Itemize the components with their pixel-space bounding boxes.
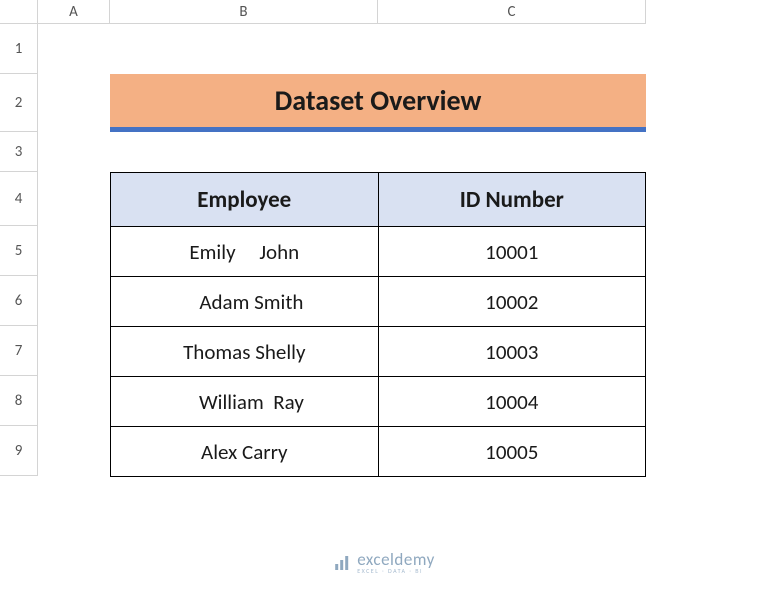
- header-employee[interactable]: Employee: [111, 173, 379, 227]
- cell-id[interactable]: 10002: [378, 277, 645, 327]
- row-header-3[interactable]: 3: [0, 132, 38, 172]
- row-header-8[interactable]: 8: [0, 376, 38, 426]
- table-row: Thomas Shelly 10003: [111, 327, 646, 377]
- cell-employee[interactable]: Thomas Shelly: [111, 327, 379, 377]
- row-header-6[interactable]: 6: [0, 276, 38, 326]
- row-header-4[interactable]: 4: [0, 172, 38, 226]
- select-all-corner[interactable]: [0, 0, 38, 24]
- watermark-sub: EXCEL · DATA · BI: [357, 568, 435, 574]
- spreadsheet-grid: A B C 1 2 3 4 5 6 7 8 9 Dataset Overview…: [0, 0, 768, 594]
- cell-employee[interactable]: William Ray: [111, 377, 379, 427]
- column-headers: A B C: [0, 0, 646, 24]
- cell-employee[interactable]: Alex Carry: [111, 427, 379, 477]
- row-header-5[interactable]: 5: [0, 226, 38, 276]
- chart-icon: [333, 554, 351, 572]
- table-header-row: Employee ID Number: [111, 173, 646, 227]
- row-header-7[interactable]: 7: [0, 326, 38, 376]
- table-row: Alex Carry 10005: [111, 427, 646, 477]
- row-header-9[interactable]: 9: [0, 426, 38, 476]
- watermark-main: exceldemy: [357, 551, 435, 568]
- cell-employee[interactable]: Emily John: [111, 227, 379, 277]
- table-row: Emily John 10001: [111, 227, 646, 277]
- row-headers: 1 2 3 4 5 6 7 8 9: [0, 24, 38, 476]
- row-header-2[interactable]: 2: [0, 74, 38, 132]
- title-cell[interactable]: Dataset Overview: [110, 74, 646, 132]
- column-header-c[interactable]: C: [378, 0, 646, 24]
- watermark: exceldemy EXCEL · DATA · BI: [333, 551, 435, 574]
- cell-id[interactable]: 10001: [378, 227, 645, 277]
- header-id[interactable]: ID Number: [378, 173, 645, 227]
- row-header-1[interactable]: 1: [0, 24, 38, 74]
- content-area: Dataset Overview Employee ID Number Emil…: [110, 74, 646, 477]
- watermark-text: exceldemy EXCEL · DATA · BI: [357, 551, 435, 574]
- cell-employee[interactable]: Adam Smith: [111, 277, 379, 327]
- table-row: Adam Smith 10002: [111, 277, 646, 327]
- table-row: William Ray 10004: [111, 377, 646, 427]
- cell-id[interactable]: 10005: [378, 427, 645, 477]
- column-header-a[interactable]: A: [38, 0, 110, 24]
- spacer-row: [110, 132, 646, 172]
- cell-id[interactable]: 10004: [378, 377, 645, 427]
- data-table: Employee ID Number Emily John 10001 Adam…: [110, 172, 646, 477]
- column-header-b[interactable]: B: [110, 0, 378, 24]
- cell-id[interactable]: 10003: [378, 327, 645, 377]
